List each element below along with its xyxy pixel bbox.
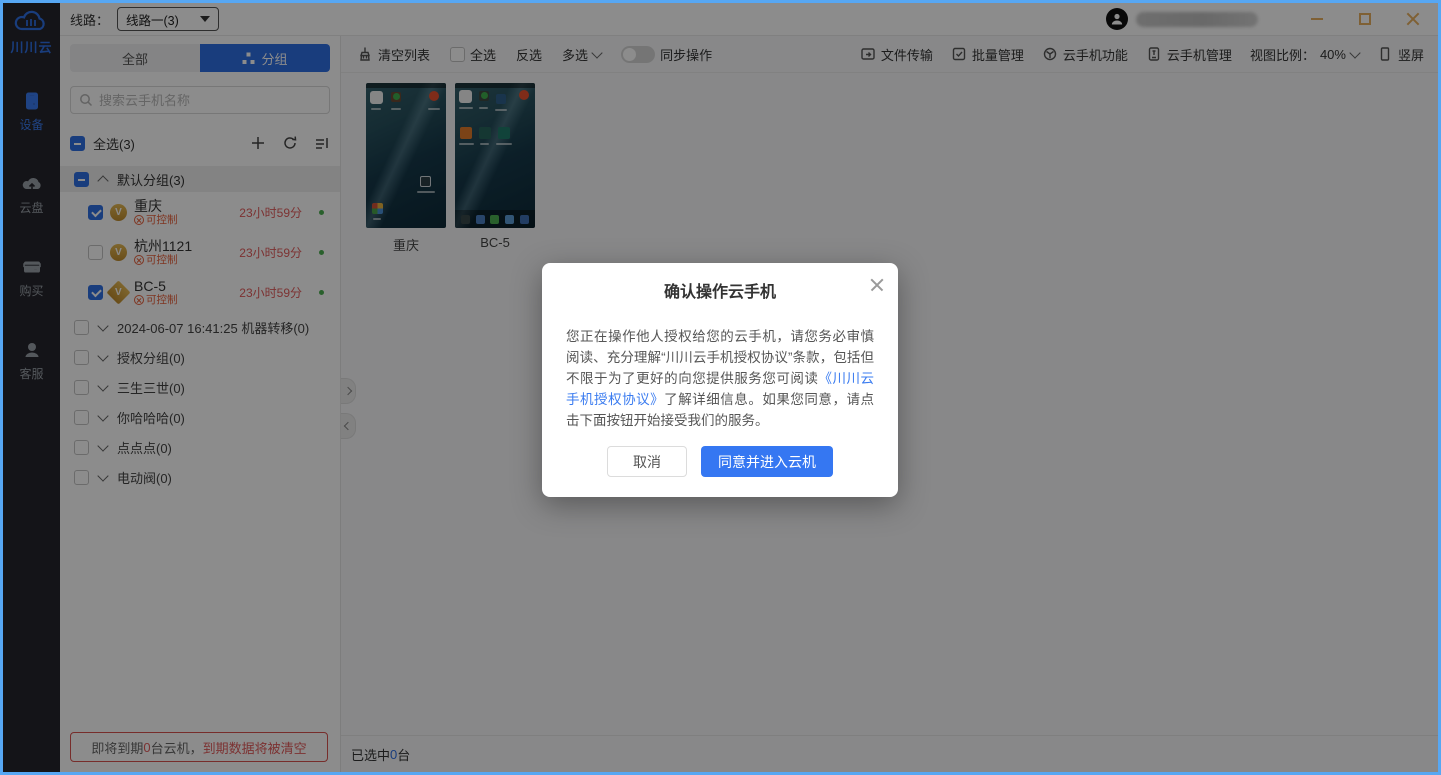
modal-buttons: 取消 同意并进入云机 [566,446,874,477]
cancel-button[interactable]: 取消 [607,446,687,477]
confirm-modal: 确认操作云手机 您正在操作他人授权给您的云手机，请您务必审慎阅读、充分理解“川川… [542,263,898,497]
confirm-button[interactable]: 同意并进入云机 [701,446,833,477]
close-icon[interactable] [870,278,884,292]
modal-title: 确认操作云手机 [566,278,874,302]
modal-body: 您正在操作他人授权给您的云手机，请您务必审慎阅读、充分理解“川川云手机授权协议”… [566,326,874,431]
